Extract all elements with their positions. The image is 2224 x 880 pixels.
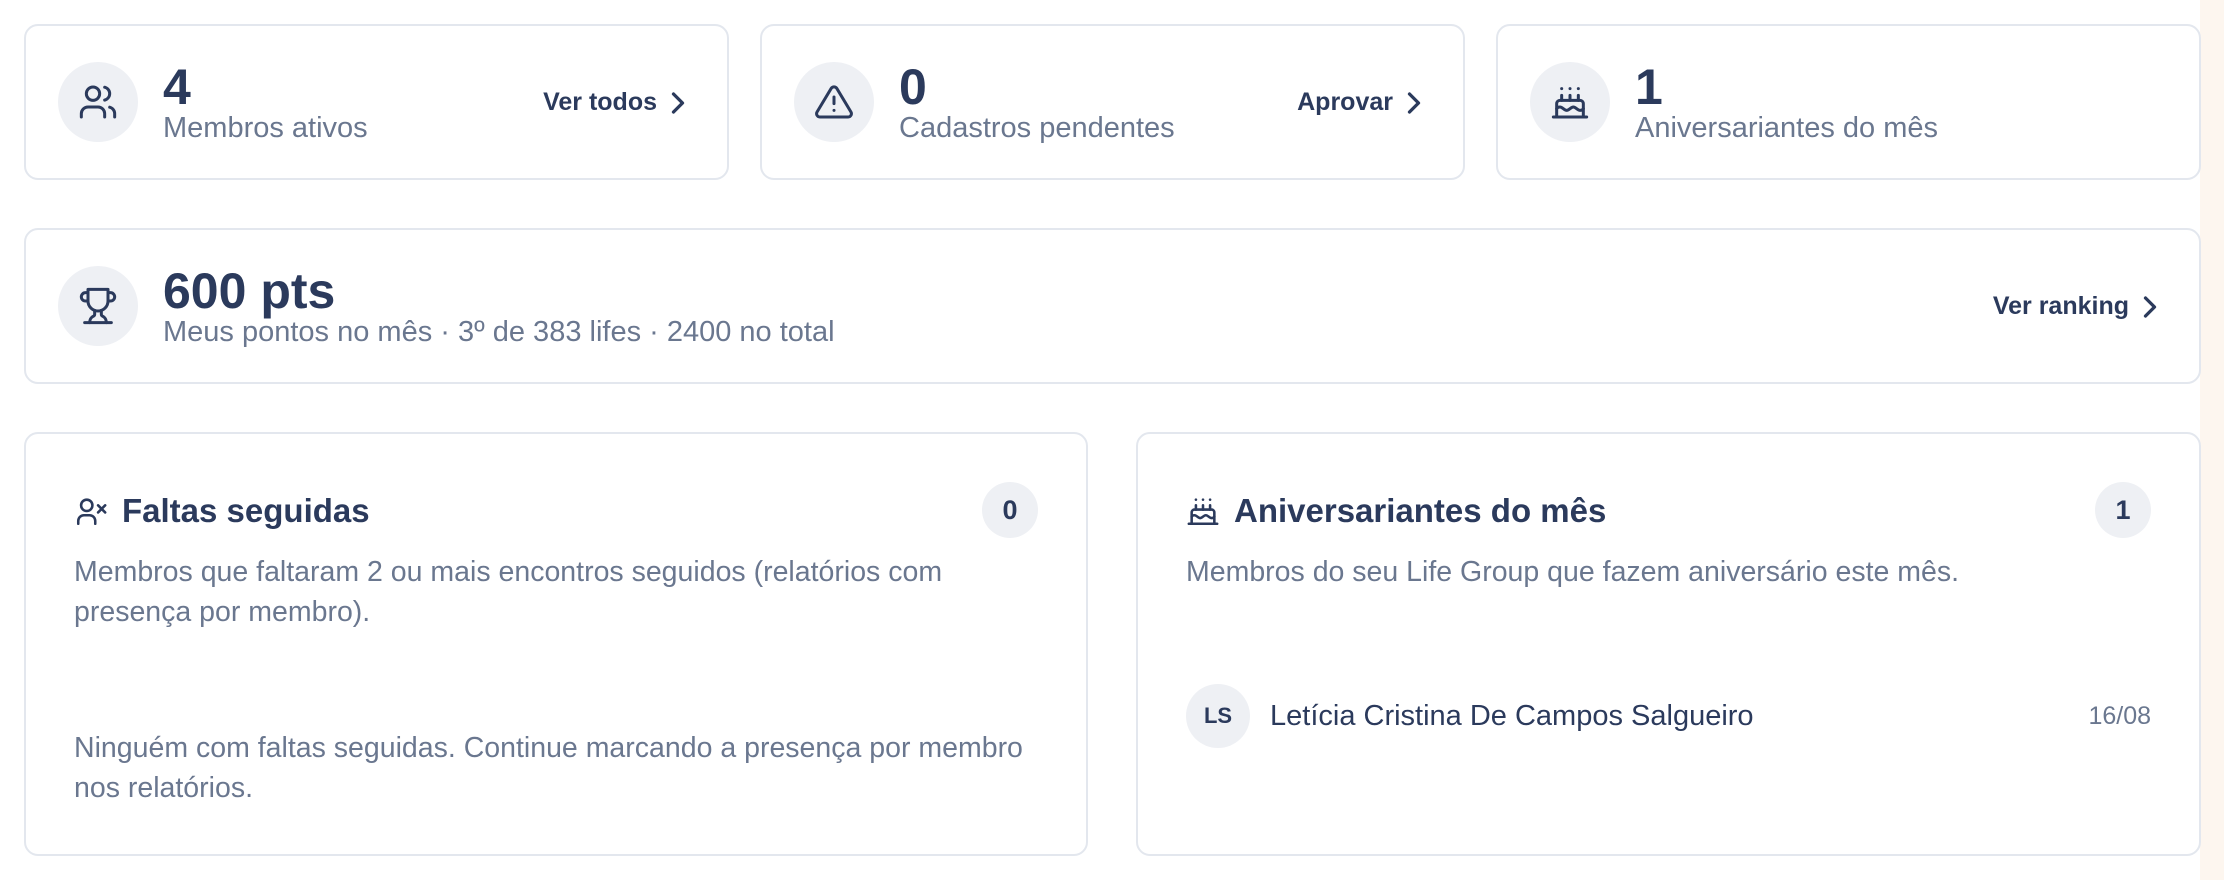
alert-triangle-icon — [794, 62, 874, 142]
points-value: 600 pts — [163, 263, 336, 319]
stat-card-birthdays: 1 Aniversariantes do mês — [1496, 24, 2201, 180]
birthdays-count-badge: 1 — [2095, 482, 2151, 538]
birthdays-title: Aniversariantes do mês — [1186, 492, 1606, 530]
points-card: 600 pts Meus pontos no mês · 3º de 383 l… — [24, 228, 2201, 384]
points-summary: Meus pontos no mês · 3º de 383 lifes · 2… — [163, 316, 835, 348]
user-x-icon — [76, 498, 107, 526]
approve-label: Aprovar — [1297, 88, 1393, 116]
birthdays-description: Membros do seu Life Group que fazem aniv… — [1186, 556, 1960, 588]
chevron-right-icon — [2143, 295, 2157, 318]
chevron-right-icon — [671, 91, 685, 114]
stat-card-active-members: 4 Membros ativos Ver todos — [24, 24, 729, 180]
chevron-right-icon — [1407, 91, 1421, 114]
absences-description: Membros que faltaram 2 ou mais encontros… — [74, 556, 943, 628]
stat-card-pending-registrations: 0 Cadastros pendentes Aprovar — [760, 24, 1465, 180]
view-all-members-link[interactable]: Ver todos — [543, 88, 687, 117]
absences-title-text: Faltas seguidas — [122, 492, 370, 529]
absences-count-badge: 0 — [982, 482, 1038, 538]
birthdays-label: Aniversariantes do mês — [1635, 112, 1939, 144]
pending-registrations-count: 0 — [899, 59, 927, 115]
users-icon — [58, 62, 138, 142]
absences-panel: Faltas seguidas 0 Membros que faltaram 2… — [24, 432, 1088, 856]
view-ranking-link[interactable]: Ver ranking — [1993, 292, 2159, 321]
active-members-count: 4 — [163, 59, 191, 115]
trophy-icon — [58, 266, 138, 346]
cake-icon — [1187, 498, 1219, 526]
birthdays-title-text: Aniversariantes do mês — [1234, 492, 1607, 529]
page-edge — [2200, 0, 2224, 880]
absences-title: Faltas seguidas — [74, 492, 370, 530]
absences-empty-message: Ninguém com faltas seguidas. Continue ma… — [74, 732, 1023, 804]
pending-registrations-label: Cadastros pendentes — [899, 112, 1175, 144]
birthday-date: 16/08 — [2088, 702, 2151, 730]
approve-link[interactable]: Aprovar — [1297, 88, 1423, 117]
birthdays-panel: Aniversariantes do mês 1 Membros do seu … — [1136, 432, 2201, 856]
birthdays-count: 1 — [1635, 59, 1663, 115]
avatar: LS — [1186, 684, 1250, 748]
active-members-label: Membros ativos — [163, 112, 368, 144]
view-all-label: Ver todos — [543, 88, 657, 116]
view-ranking-label: Ver ranking — [1992, 292, 2129, 320]
birthday-person-name: Letícia Cristina De Campos Salgueiro — [1270, 700, 1754, 732]
cake-icon — [1530, 62, 1610, 142]
